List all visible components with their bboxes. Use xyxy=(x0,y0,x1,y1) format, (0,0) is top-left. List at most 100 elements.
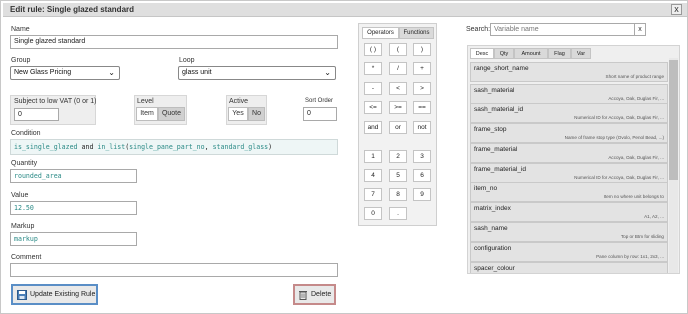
level-label: Level xyxy=(137,98,154,105)
variable-name: spacer_colour xyxy=(474,265,515,272)
loop-select[interactable]: glass unit ⌄ xyxy=(178,66,336,80)
variable-item[interactable]: spacer_colour xyxy=(470,262,668,273)
variable-item[interactable]: frame_stop Name of frame stop type (Ovol… xyxy=(470,123,668,143)
variable-name: frame_material xyxy=(474,146,518,153)
group-select[interactable]: New Glass Pricing ⌄ xyxy=(10,66,120,80)
tab-qty[interactable]: Qty xyxy=(494,48,514,59)
operator-key[interactable]: >= xyxy=(389,101,407,114)
variable-desc: Item no where unit belongs to xyxy=(603,194,664,199)
variable-desc: Name of frame stop type (Ovolo, Penol Be… xyxy=(564,135,664,140)
markup-input[interactable]: markup xyxy=(10,232,137,246)
operator-key[interactable]: not xyxy=(413,121,431,134)
operator-key[interactable]: ) xyxy=(413,43,431,56)
level-item-toggle[interactable]: Item xyxy=(136,107,158,121)
operator-key[interactable]: / xyxy=(389,62,407,75)
chevron-down-icon: ⌄ xyxy=(324,68,331,77)
delete-button[interactable]: Delete xyxy=(293,284,336,305)
variable-desc: Numerical ID for Accoya, Oak, Duglas Fir… xyxy=(574,115,664,120)
variable-name: configuration xyxy=(474,245,512,252)
search-label: Search: xyxy=(466,26,491,33)
condition-token: and xyxy=(77,143,98,151)
dialog-title: Edit rule: Single glazed standard xyxy=(10,5,135,14)
operator-key[interactable]: <= xyxy=(364,101,382,114)
tab-desc[interactable]: Desc xyxy=(470,48,494,59)
save-icon xyxy=(17,290,27,300)
level-quote-toggle[interactable]: Quote xyxy=(158,107,185,121)
operator-key[interactable]: == xyxy=(413,101,431,114)
digit-key[interactable]: 4 xyxy=(364,169,382,182)
digit-key[interactable]: 0 xyxy=(364,207,382,220)
tab-functions[interactable]: Functions xyxy=(399,27,434,39)
operator-key[interactable]: - xyxy=(364,82,382,95)
active-label: Active xyxy=(229,98,249,105)
operator-key[interactable]: ( ) xyxy=(364,43,382,56)
condition-token: , xyxy=(204,143,213,151)
variable-item[interactable]: range_short_name Short name of product r… xyxy=(470,62,668,82)
vat-panel: Subject to low VAT (0 or 1) 0 xyxy=(10,95,96,125)
loop-label: Loop xyxy=(179,57,195,64)
active-yes-toggle[interactable]: Yes xyxy=(228,107,248,121)
quantity-label: Quantity xyxy=(11,160,38,167)
operator-key[interactable]: > xyxy=(413,82,431,95)
digit-key[interactable]: 8 xyxy=(389,188,407,201)
chevron-down-icon: ⌄ xyxy=(108,68,115,77)
variable-name: sash_material_id xyxy=(474,106,524,113)
operator-key[interactable]: * xyxy=(364,62,382,75)
variable-search-input[interactable]: Variable name xyxy=(490,23,635,36)
condition-token: single_pane_part_no xyxy=(129,143,205,151)
variable-name: frame_material_id xyxy=(474,166,527,173)
variable-desc: Accoya, Oak, Duglas Fir, ... xyxy=(608,96,664,101)
variable-item[interactable]: frame_material_id Numerical ID for Accoy… xyxy=(470,163,668,183)
variable-item[interactable]: sash_name Top or Btm for sliding xyxy=(470,222,668,242)
markup-label: Markup xyxy=(11,223,35,230)
clear-search-icon[interactable]: x xyxy=(635,23,646,36)
name-label: Name xyxy=(11,26,30,33)
comment-input[interactable] xyxy=(10,263,338,277)
active-no-toggle[interactable]: No xyxy=(248,107,265,121)
variables-scrollbar[interactable] xyxy=(669,58,678,273)
close-icon[interactable]: x xyxy=(671,4,682,15)
variable-desc: Numerical ID for Accoya, Oak, Duglas Fir… xyxy=(574,175,664,180)
variable-desc: Short name of product range xyxy=(605,74,664,79)
scrollbar-thumb[interactable] xyxy=(669,60,678,180)
variable-item[interactable]: sash_material Accoya, Oak, Duglas Fir, .… xyxy=(470,84,668,104)
variable-item[interactable]: matrix_index A1, A2, ... xyxy=(470,202,668,222)
quantity-input[interactable]: rounded_area xyxy=(10,169,137,183)
tab-flag[interactable]: Flag xyxy=(548,48,571,59)
tab-amount[interactable]: Amount xyxy=(514,48,548,59)
variable-desc: Pane column by row: 1x1, 2x3, ... xyxy=(596,254,664,259)
digit-key[interactable]: 9 xyxy=(413,188,431,201)
digit-key[interactable]: 1 xyxy=(364,150,382,163)
operator-key[interactable]: or xyxy=(389,121,407,134)
digit-key[interactable]: 7 xyxy=(364,188,382,201)
tab-operators[interactable]: Operators xyxy=(362,27,399,39)
operator-key[interactable]: < xyxy=(389,82,407,95)
condition-token: is_single_glazed xyxy=(14,143,78,151)
sort-order-input[interactable]: 0 xyxy=(303,107,337,121)
condition-input[interactable]: is_single_glazed and in_list(single_pane… xyxy=(10,139,338,155)
operator-key[interactable]: ( xyxy=(389,43,407,56)
group-label: Group xyxy=(11,57,31,64)
variable-item[interactable]: configuration Pane column by row: 1x1, 2… xyxy=(470,242,668,262)
variable-item[interactable]: item_no Item no where unit belongs to xyxy=(470,182,668,202)
value-input[interactable]: 12.50 xyxy=(10,201,137,215)
variable-item[interactable]: frame_material Accoya, Oak, Duglas Fir, … xyxy=(470,143,668,163)
operator-key[interactable]: + xyxy=(413,62,431,75)
delete-button-label: Delete xyxy=(311,291,332,298)
variable-item[interactable]: sash_material_id Numerical ID for Accoya… xyxy=(470,103,668,123)
digit-key[interactable]: 5 xyxy=(389,169,407,182)
digit-key[interactable]: 2 xyxy=(389,150,407,163)
tab-var[interactable]: Var xyxy=(571,48,591,59)
digit-key[interactable]: . xyxy=(389,207,407,220)
digit-key[interactable]: 3 xyxy=(413,150,431,163)
variable-name: range_short_name xyxy=(474,65,529,72)
variables-panel: Desc Qty Amount Flag Var range_short_nam… xyxy=(467,45,680,274)
variable-name: frame_stop xyxy=(474,126,507,133)
group-select-value: New Glass Pricing xyxy=(14,69,72,76)
operator-key[interactable]: and xyxy=(364,121,382,134)
name-input[interactable]: Single glazed standard xyxy=(10,35,338,49)
variable-name: sash_material xyxy=(474,87,515,94)
update-existing-rule-button[interactable]: Update Existing Rule xyxy=(11,284,98,305)
digit-key[interactable]: 6 xyxy=(413,169,431,182)
vat-input[interactable]: 0 xyxy=(14,108,59,121)
